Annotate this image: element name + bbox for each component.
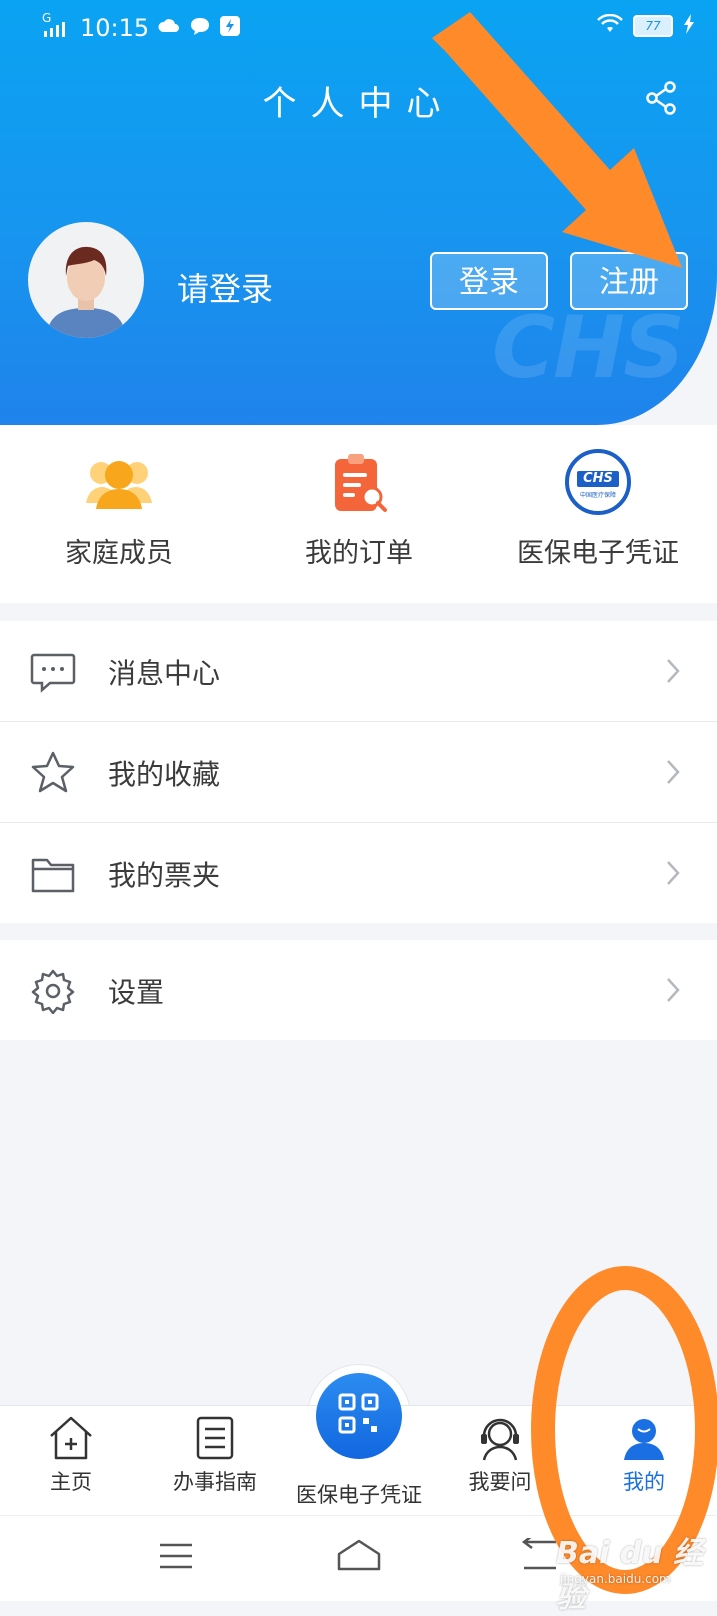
- folder-icon: [30, 851, 76, 897]
- system-navigation-bar: [0, 1515, 717, 1601]
- headset-agent-icon: [476, 1414, 524, 1462]
- tab-home[interactable]: 主页: [11, 1414, 131, 1496]
- quick-actions: 家庭成员 我的订单 CHS 中国医疗保障 医保电子凭证: [0, 425, 717, 603]
- weather-icon: [157, 16, 181, 40]
- tab-label: 医保电子凭证: [296, 1483, 422, 1507]
- charging-icon: [683, 14, 695, 38]
- quick-action-label: 家庭成员: [65, 538, 173, 569]
- chevron-right-icon: [665, 859, 681, 887]
- quick-action-label: 医保电子凭证: [517, 538, 679, 569]
- register-button[interactable]: 注册: [570, 252, 688, 310]
- tab-label: 主页: [50, 1470, 92, 1494]
- menu-item-label: 消息中心: [108, 657, 221, 690]
- tab-label: 我要问: [468, 1470, 532, 1494]
- home-icon[interactable]: [336, 1538, 382, 1576]
- tab-ask[interactable]: 我要问: [440, 1414, 560, 1496]
- family-members-icon: [84, 447, 154, 517]
- login-prompt[interactable]: 请登录: [177, 264, 273, 310]
- chs-watermark: CHS: [492, 298, 685, 398]
- message-icon: [30, 649, 76, 695]
- menu-item-label: 我的票夹: [108, 859, 221, 892]
- avatar[interactable]: [28, 222, 144, 338]
- guide-document-icon: [191, 1414, 239, 1462]
- menu-section: 消息中心 我的收藏 我的票夹: [0, 621, 717, 923]
- wifi-icon: [597, 13, 623, 38]
- network-type: G: [42, 11, 52, 25]
- login-button[interactable]: 登录: [430, 252, 548, 310]
- profile-header: G 10:15 77 个人中心 CHS 请登录 登录 注册: [0, 0, 717, 425]
- tab-mine[interactable]: 我的: [584, 1414, 704, 1496]
- signal-icon: G: [42, 11, 72, 39]
- page-title: 个人中心: [262, 84, 455, 124]
- bolt-app-icon: [219, 15, 241, 41]
- star-icon: [30, 750, 76, 796]
- quick-action-orders[interactable]: 我的订单: [240, 447, 478, 570]
- menu-item-ticket-folder[interactable]: 我的票夹: [0, 823, 717, 923]
- user-profile-icon: [620, 1414, 668, 1462]
- quick-action-chs-card[interactable]: CHS 中国医疗保障 医保电子凭证: [479, 447, 717, 570]
- chat-bubble-icon: [189, 16, 211, 40]
- chs-badge-icon: CHS 中国医疗保障: [563, 447, 633, 517]
- menu-item-settings[interactable]: 设置: [0, 940, 717, 1040]
- status-bar: G 10:15 77: [0, 0, 717, 56]
- order-list-icon: [324, 447, 394, 517]
- tab-guide[interactable]: 办事指南: [155, 1414, 275, 1496]
- chevron-right-icon: [665, 976, 681, 1004]
- home-plus-icon: [47, 1414, 95, 1462]
- menu-section: 设置: [0, 940, 717, 1040]
- tab-label: 我的: [623, 1470, 665, 1494]
- share-icon[interactable]: [644, 80, 680, 116]
- back-icon[interactable]: [520, 1535, 560, 1576]
- chs-badge-text: CHS: [583, 471, 613, 486]
- menu-icon[interactable]: [158, 1542, 194, 1574]
- menu-item-label: 我的收藏: [108, 758, 221, 791]
- chevron-right-icon: [665, 657, 681, 685]
- qr-code-icon: [338, 1393, 379, 1434]
- tab-label: 办事指南: [173, 1470, 257, 1494]
- menu-item-label: 设置: [108, 976, 165, 1009]
- status-time: 10:15: [80, 14, 150, 42]
- menu-item-favorites[interactable]: 我的收藏: [0, 722, 717, 823]
- quick-action-label: 我的订单: [305, 538, 413, 569]
- battery-indicator: 77: [633, 15, 673, 37]
- chs-badge-subtext: 中国医疗保障: [579, 492, 616, 499]
- tab-chs-card[interactable]: [316, 1373, 402, 1459]
- menu-item-messages[interactable]: 消息中心: [0, 621, 717, 722]
- quick-action-family[interactable]: 家庭成员: [0, 447, 238, 570]
- gear-icon: [30, 968, 76, 1015]
- chevron-right-icon: [665, 758, 681, 786]
